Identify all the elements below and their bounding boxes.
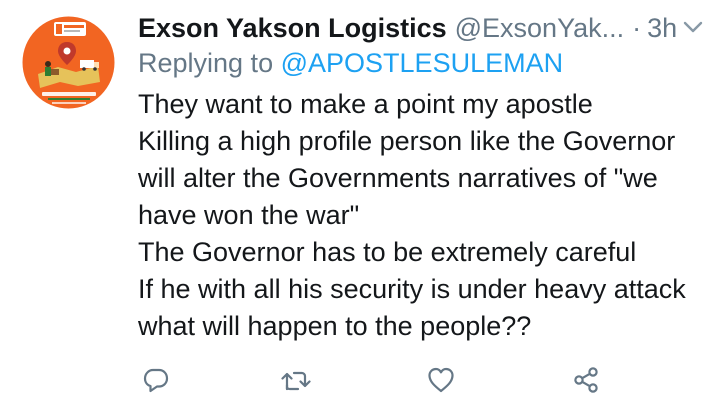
reply-to-handle[interactable]: @APOSTLESULEMAN	[281, 48, 564, 78]
action-bar	[138, 362, 698, 398]
tweet-text-line: Killing a high profile person like the G…	[138, 126, 676, 156]
retweet-button[interactable]	[278, 362, 314, 398]
tweet-text-line: They want to make a point my apostle	[138, 89, 593, 119]
separator-dot: ·	[632, 12, 642, 43]
tweet-text-line: will alter the Governments narratives of…	[138, 163, 658, 193]
retweet-icon	[280, 365, 312, 395]
chevron-down-icon[interactable]	[680, 14, 706, 40]
user-handle[interactable]: @ExsonYak...	[455, 13, 624, 44]
avatar-logo	[18, 12, 119, 113]
tweet-header: Exson Yakson Logistics @ExsonYak... · 3h	[138, 10, 702, 46]
share-button[interactable]	[568, 362, 604, 398]
tweet-text-line: have won the war"	[138, 200, 360, 230]
tweet[interactable]: Exson Yakson Logistics @ExsonYak... · 3h…	[0, 0, 720, 412]
timestamp[interactable]: 3h	[647, 13, 677, 44]
replying-to: Replying to @APOSTLESULEMAN	[138, 48, 563, 79]
tweet-text-line: what will happen to the people??	[138, 311, 532, 341]
display-name[interactable]: Exson Yakson Logistics	[138, 13, 447, 44]
reply-icon	[141, 365, 171, 395]
tweet-text: They want to make a point my apostle Kil…	[138, 86, 708, 345]
share-icon	[571, 365, 601, 395]
avatar[interactable]	[18, 12, 119, 113]
reply-prefix: Replying to	[138, 48, 274, 78]
like-icon	[426, 365, 456, 395]
tweet-text-line: If he with all his security is under hea…	[138, 274, 686, 304]
like-button[interactable]	[423, 362, 459, 398]
tweet-text-line: The Governor has to be extremely careful	[138, 237, 637, 267]
reply-button[interactable]	[138, 362, 174, 398]
